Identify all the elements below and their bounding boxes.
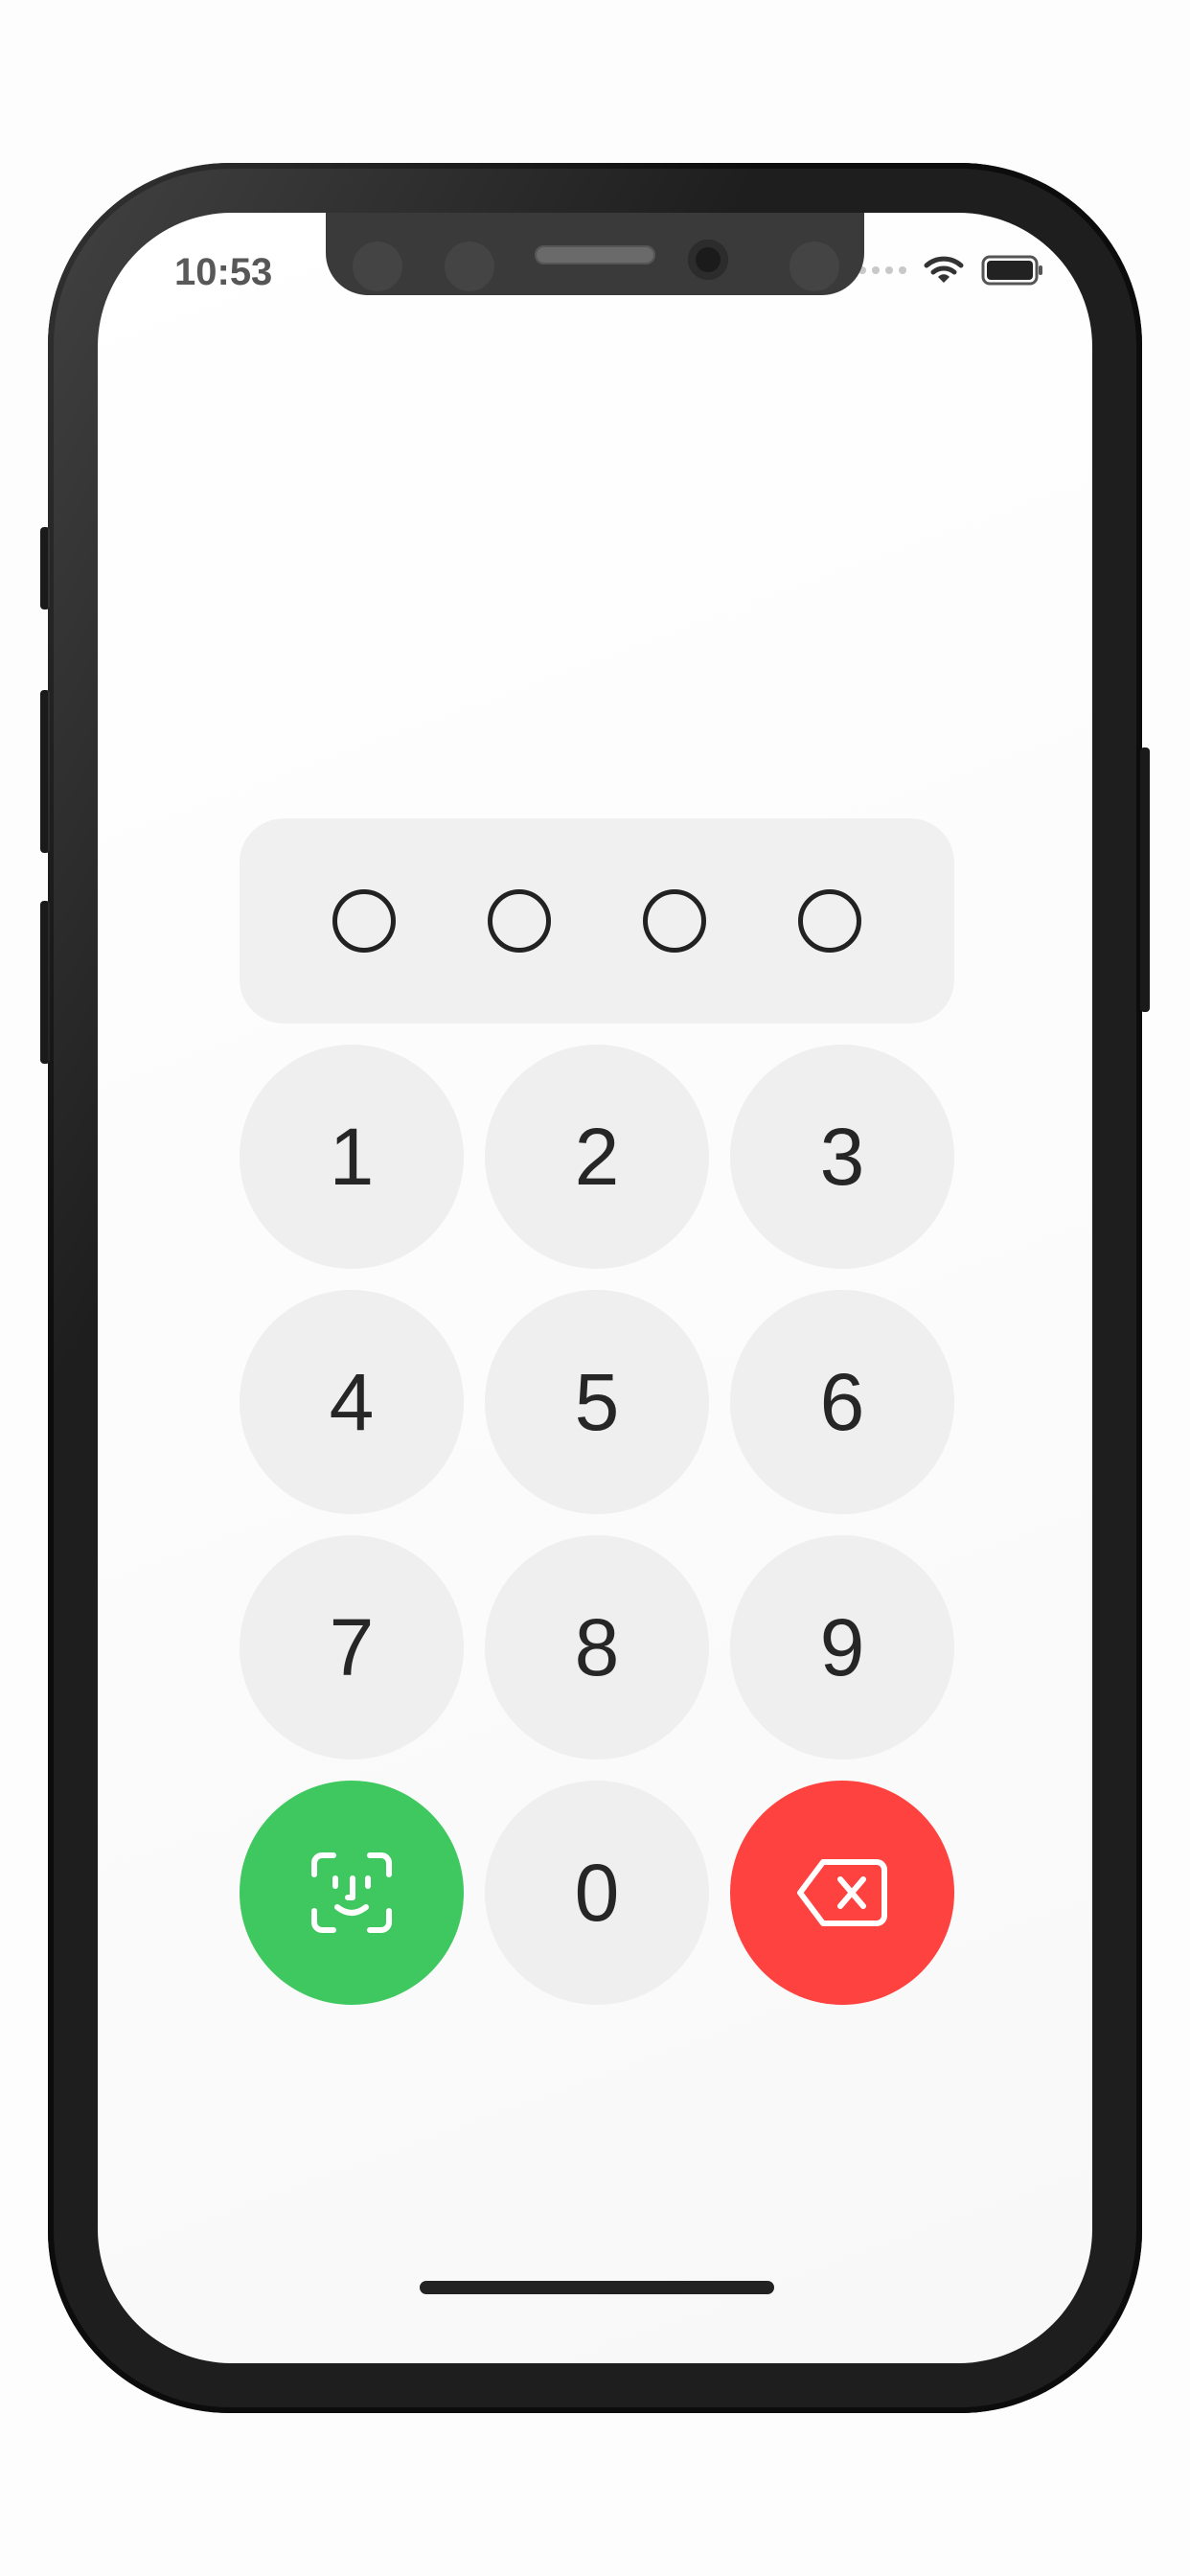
screen: 10:53 1 2 3 4 5 6 7 8 9 0 xyxy=(98,213,1092,2363)
pin-dot xyxy=(332,889,396,953)
numeric-keypad: 1 2 3 4 5 6 7 8 9 0 xyxy=(240,1045,954,2005)
pin-dot xyxy=(798,889,861,953)
battery-icon xyxy=(981,255,1042,286)
front-sensor xyxy=(445,242,494,291)
status-time: 10:53 xyxy=(174,251,273,293)
volume-up-button xyxy=(40,690,50,853)
delete-backspace-icon xyxy=(797,1859,887,1926)
key-1[interactable]: 1 xyxy=(240,1045,464,1269)
front-sensor xyxy=(790,242,839,291)
volume-down-button xyxy=(40,901,50,1064)
pin-dot xyxy=(643,889,706,953)
face-id-button[interactable] xyxy=(240,1781,464,2005)
face-id-icon xyxy=(311,1852,392,1933)
front-camera xyxy=(688,240,728,280)
key-8[interactable]: 8 xyxy=(485,1535,709,1760)
key-9[interactable]: 9 xyxy=(730,1535,954,1760)
action-button xyxy=(40,527,50,610)
power-button xyxy=(1140,748,1150,1012)
front-sensor xyxy=(353,242,402,291)
key-2[interactable]: 2 xyxy=(485,1045,709,1269)
key-0[interactable]: 0 xyxy=(485,1781,709,2005)
pin-dot xyxy=(488,889,551,953)
phone-frame: 10:53 1 2 3 4 5 6 7 8 9 0 xyxy=(40,163,1150,2413)
pin-indicator-panel xyxy=(240,818,954,1024)
earpiece-speaker xyxy=(535,245,655,264)
wifi-icon xyxy=(924,256,964,283)
cellular-signal-icon xyxy=(858,266,906,274)
key-4[interactable]: 4 xyxy=(240,1290,464,1514)
key-3[interactable]: 3 xyxy=(730,1045,954,1269)
key-5[interactable]: 5 xyxy=(485,1290,709,1514)
status-indicators xyxy=(858,255,1044,286)
key-7[interactable]: 7 xyxy=(240,1535,464,1760)
home-indicator[interactable] xyxy=(420,2281,774,2294)
key-6[interactable]: 6 xyxy=(730,1290,954,1514)
delete-button[interactable] xyxy=(730,1781,954,2005)
notch xyxy=(326,213,864,295)
